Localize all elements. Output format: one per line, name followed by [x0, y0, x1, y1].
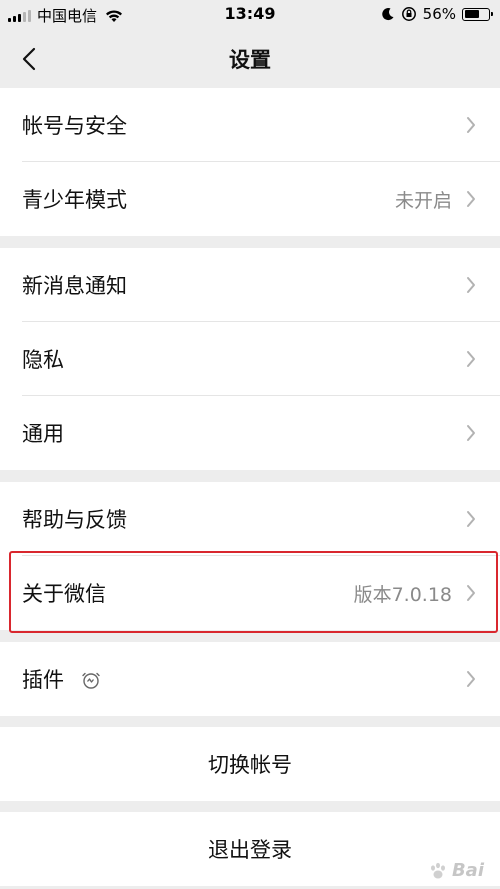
- chevron-right-icon: [467, 511, 475, 527]
- battery-icon: [462, 7, 493, 21]
- status-right: 56%: [381, 5, 493, 23]
- watermark-text: Bai: [451, 860, 484, 881]
- cell-label: 帮助与反馈: [22, 508, 127, 532]
- chevron-right-icon: [467, 117, 475, 133]
- switch-account-group: 切换帐号: [0, 727, 500, 801]
- cell-label: 关于微信: [22, 582, 106, 606]
- logout-button[interactable]: 退出登录: [0, 812, 500, 886]
- settings-group-account: 帐号与安全 青少年模式 未开启: [0, 88, 500, 236]
- cell-label: 隐私: [22, 348, 64, 372]
- status-bar: 中国电信 13:49 56%: [0, 0, 500, 30]
- cell-help-feedback[interactable]: 帮助与反馈: [0, 482, 500, 556]
- cell-plugins[interactable]: 插件: [0, 642, 500, 716]
- cell-value: 版本7.0.18: [353, 583, 452, 606]
- paw-icon: [430, 862, 445, 878]
- cell-privacy[interactable]: 隐私: [0, 322, 500, 396]
- logout-group: 退出登录: [0, 812, 500, 886]
- cell-label: 新消息通知: [22, 274, 127, 298]
- chevron-right-icon: [467, 191, 475, 207]
- cell-general[interactable]: 通用: [0, 396, 500, 470]
- rotation-lock-icon: [401, 7, 416, 21]
- moon-icon: [381, 8, 394, 21]
- baidu-watermark: Bai: [428, 860, 484, 881]
- switch-account-button[interactable]: 切换帐号: [0, 727, 500, 801]
- battery-label: 56%: [422, 5, 456, 23]
- nav-bar: 设置: [0, 30, 500, 86]
- cell-account-security[interactable]: 帐号与安全: [0, 88, 500, 162]
- chevron-right-icon: [467, 351, 475, 367]
- plugin-clock-icon: [82, 672, 100, 689]
- chevron-right-icon: [467, 585, 475, 601]
- page-title: 设置: [229, 48, 271, 72]
- cell-new-message-notification[interactable]: 新消息通知: [0, 248, 500, 322]
- chevron-right-icon: [467, 277, 475, 293]
- settings-group-help: 帮助与反馈 关于微信 版本7.0.18: [0, 482, 500, 630]
- cell-youth-mode[interactable]: 青少年模式 未开启: [0, 162, 500, 236]
- cell-label: 帐号与安全: [22, 114, 127, 138]
- cell-label: 青少年模式: [22, 188, 127, 212]
- settings-group-plugins: 插件: [0, 642, 500, 716]
- chevron-right-icon: [467, 671, 475, 687]
- cell-label: 插件: [22, 668, 64, 692]
- cell-label: 通用: [22, 422, 64, 446]
- chevron-right-icon: [467, 425, 475, 441]
- settings-group-general: 新消息通知 隐私 通用: [0, 248, 500, 470]
- cell-about-wechat[interactable]: 关于微信 版本7.0.18: [0, 556, 500, 630]
- cell-value: 未开启: [394, 189, 452, 212]
